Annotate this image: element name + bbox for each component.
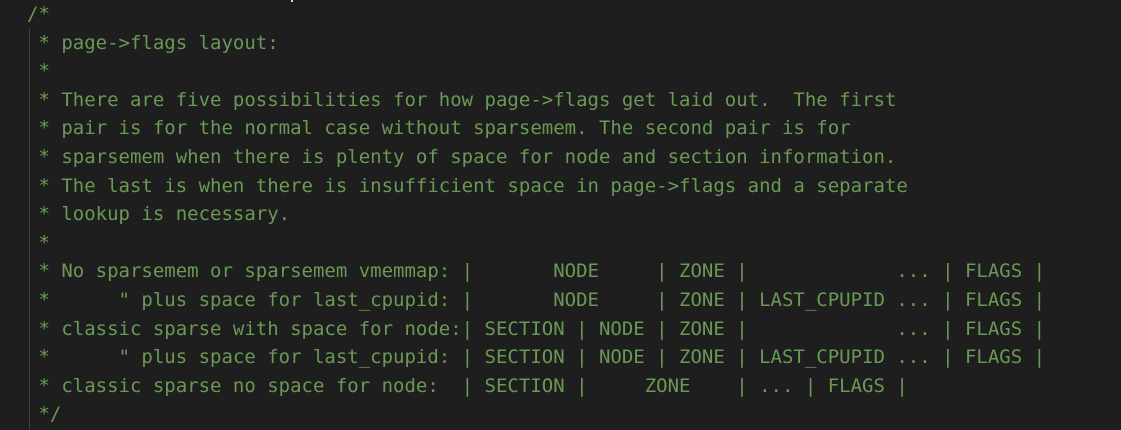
code-line[interactable]: */ [27, 400, 1121, 429]
code-line[interactable]: * classic sparse with space for node:| S… [27, 315, 1121, 344]
code-line[interactable]: * No sparsemem or sparsemem vmemmap: | N… [27, 257, 1121, 286]
code-line[interactable]: * The last is when there is insufficient… [27, 172, 1121, 201]
code-line[interactable]: * page->flags layout: [27, 29, 1121, 58]
code-line[interactable]: /* [27, 0, 1121, 29]
code-line[interactable]: * There are five possibilities for how p… [27, 86, 1121, 115]
code-line[interactable]: * " plus space for last_cpupid: | NODE |… [27, 286, 1121, 315]
code-block[interactable]: /* * page->flags layout: * * There are f… [27, 0, 1121, 429]
code-line[interactable]: * [27, 229, 1121, 258]
code-line[interactable]: * classic sparse no space for node: | SE… [27, 372, 1121, 401]
code-line[interactable]: * lookup is necessary. [27, 200, 1121, 229]
code-editor[interactable]: /* * page->flags layout: * * There are f… [0, 0, 1121, 430]
code-line[interactable]: * pair is for the normal case without sp… [27, 114, 1121, 143]
code-line[interactable]: * " plus space for last_cpupid: | SECTIO… [27, 343, 1121, 372]
code-line[interactable]: * sparsemem when there is plenty of spac… [27, 143, 1121, 172]
code-line[interactable]: * [27, 57, 1121, 86]
